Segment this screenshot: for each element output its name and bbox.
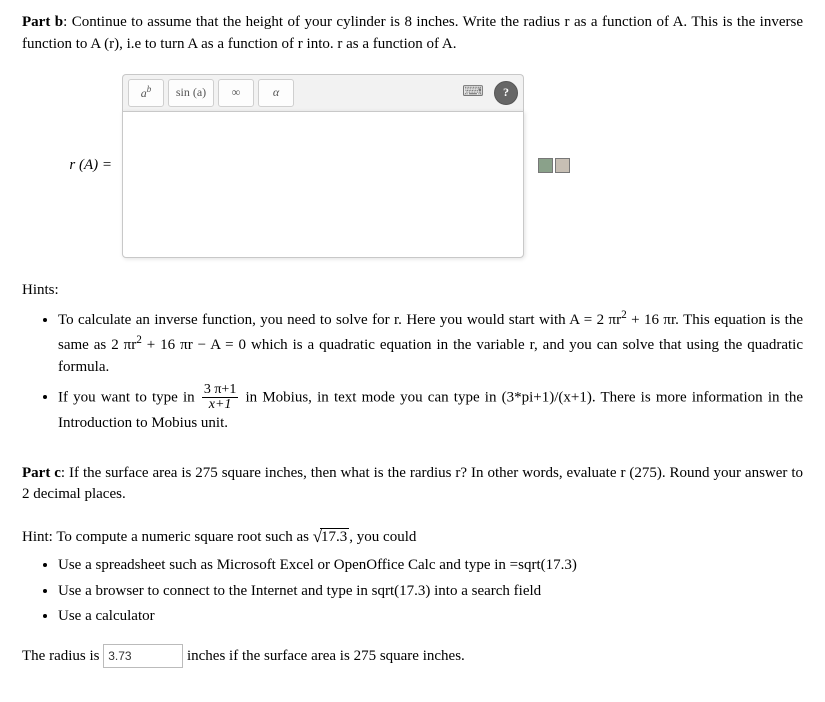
part-c-hint: Hint: To compute a numeric square root s…	[22, 524, 803, 549]
part-b-text: : Continue to assume that the height of …	[22, 14, 803, 52]
preview-icons	[538, 158, 570, 173]
list-item: Use a spreadsheet such as Microsoft Exce…	[58, 555, 803, 577]
hint-item-2: If you want to type in 3 π+1x+1 in Mobiu…	[58, 383, 803, 435]
part-c-prompt: Part c: If the surface area is 275 squar…	[22, 463, 803, 507]
part-b-prompt: Part b: Continue to assume that the heig…	[22, 12, 803, 56]
part-c-text: : If the surface area is 275 square inch…	[22, 465, 803, 503]
answer-line: The radius is inches if the surface area…	[22, 644, 803, 668]
preview-icon-b[interactable]	[555, 158, 570, 173]
rA-label: r (A) =	[22, 155, 112, 177]
equation-editor: ab sin (a) ∞ α ⌨ ?	[122, 74, 524, 258]
infinity-button[interactable]: ∞	[218, 79, 254, 107]
list-item: Use a browser to connect to the Internet…	[58, 581, 803, 603]
superscript-button[interactable]: ab	[128, 79, 164, 107]
alpha-button[interactable]: α	[258, 79, 294, 107]
editor-toolbar: ab sin (a) ∞ α ⌨ ?	[122, 74, 524, 111]
part-b-title: Part b	[22, 14, 63, 30]
sin-button[interactable]: sin (a)	[168, 79, 214, 107]
hints-list: To calculate an inverse function, you ne…	[22, 307, 803, 434]
equation-input-area[interactable]	[122, 111, 524, 258]
hints-header: Hints:	[22, 280, 803, 302]
sqrt-expression: 17.3	[313, 524, 350, 549]
radius-input[interactable]	[103, 644, 183, 668]
equation-editor-row: r (A) = ab sin (a) ∞ α ⌨ ?	[22, 74, 803, 258]
hint-item-1: To calculate an inverse function, you ne…	[58, 307, 803, 378]
list-item: Use a calculator	[58, 606, 803, 628]
fraction: 3 π+1x+1	[202, 383, 238, 413]
keyboard-icon[interactable]: ⌨	[456, 80, 490, 106]
help-icon[interactable]: ?	[494, 81, 518, 105]
part-c-bullets: Use a spreadsheet such as Microsoft Exce…	[22, 555, 803, 628]
part-c-title: Part c	[22, 465, 61, 481]
preview-icon-a[interactable]	[538, 158, 553, 173]
